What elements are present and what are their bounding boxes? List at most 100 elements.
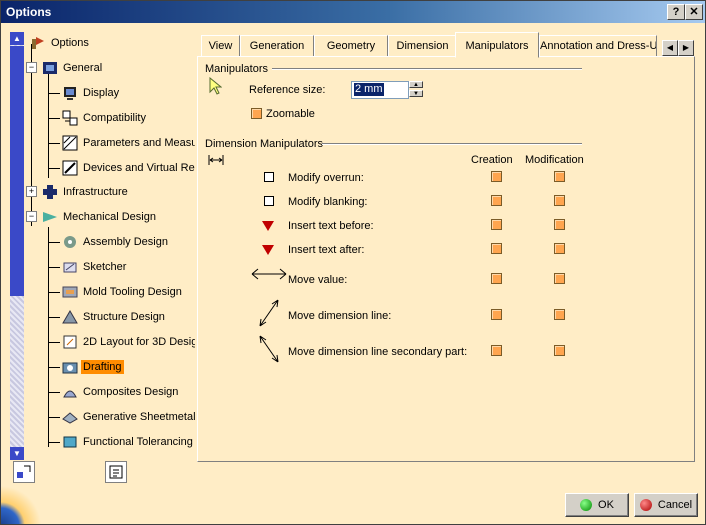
tree-item-functional-tolerancing[interactable]: Functional Tolerancing & xyxy=(62,432,195,452)
spin-down-icon[interactable]: ▼ xyxy=(409,90,423,97)
scroll-down-arrow-icon[interactable]: ▼ xyxy=(10,447,24,460)
tab-annotation-dress-up[interactable]: Annotation and Dress-U xyxy=(539,35,657,57)
general-icon xyxy=(42,60,58,76)
zoomable-label: Zoomable xyxy=(266,108,315,120)
insert-text-before-creation-checkbox[interactable] xyxy=(491,219,502,230)
tree-item-mechanical-design[interactable]: Mechanical Design xyxy=(42,207,158,227)
expand-infrastructure-toggle[interactable]: + xyxy=(26,186,37,197)
tab-control: View Generation Geometry Dimension Manip… xyxy=(197,32,697,462)
tree-item-composites-design[interactable]: Composites Design xyxy=(62,382,180,402)
ok-button[interactable]: OK xyxy=(565,493,629,517)
insert-text-after-creation-checkbox[interactable] xyxy=(491,243,502,254)
tolerancing-icon xyxy=(62,434,78,450)
move-dimension-line-modification-checkbox[interactable] xyxy=(554,309,565,320)
tree-export-icon[interactable] xyxy=(105,461,127,483)
tree-connector xyxy=(48,292,60,293)
double-arrow-horizontal-icon xyxy=(251,268,287,283)
help-button[interactable]: ? xyxy=(667,4,685,20)
tree-item-structure-design[interactable]: Structure Design xyxy=(62,307,167,327)
tree-item-compatibility[interactable]: Compatibility xyxy=(62,108,148,128)
double-arrow-diagonal-icon xyxy=(257,333,281,368)
dimension-manipulator-icon xyxy=(208,154,224,169)
devices-icon xyxy=(62,160,78,176)
tree-connector xyxy=(48,68,49,178)
reference-size-spinner[interactable]: ▲ ▼ xyxy=(409,81,423,97)
insert-text-before-modification-checkbox[interactable] xyxy=(554,219,565,230)
structure-icon xyxy=(62,309,78,325)
reference-size-input[interactable]: 2 mm xyxy=(351,81,409,99)
cancel-red-icon xyxy=(639,499,652,511)
expand-general-toggle[interactable]: − xyxy=(26,62,37,73)
tab-scroll-right-icon[interactable]: ▶ xyxy=(678,40,694,56)
tree-item-drafting[interactable]: Drafting xyxy=(62,357,124,377)
mold-icon xyxy=(62,284,78,300)
square-icon xyxy=(264,196,274,206)
modification-column-header: Modification xyxy=(525,154,584,166)
tab-view[interactable]: View xyxy=(201,35,240,57)
close-button[interactable]: ✕ xyxy=(685,4,703,20)
modify-blanking-creation-checkbox[interactable] xyxy=(491,195,502,206)
tree-settings-icon[interactable] xyxy=(13,461,35,483)
manipulator-cursor-icon xyxy=(208,76,223,98)
move-dimension-line-creation-checkbox[interactable] xyxy=(491,309,502,320)
tree-item-mold-tooling[interactable]: Mold Tooling Design xyxy=(62,282,184,302)
tree-item-devices[interactable]: Devices and Virtual Reali xyxy=(62,158,195,178)
tree-root-options[interactable]: Options xyxy=(30,33,91,53)
manipulators-tab-content: Manipulators Reference size: 2 mm ▲ ▼ Zo… xyxy=(197,56,695,462)
mechanical-design-icon xyxy=(42,209,58,225)
layout-icon xyxy=(62,334,78,350)
title-bar: Options ? ✕ xyxy=(1,1,705,23)
options-tree: − + − Options General Display Compatibil… xyxy=(26,32,195,460)
modify-blanking-modification-checkbox[interactable] xyxy=(554,195,565,206)
tree-item-general[interactable]: General xyxy=(42,58,104,78)
move-value-creation-checkbox[interactable] xyxy=(491,273,502,284)
window-title: Options xyxy=(6,5,52,19)
modify-blanking-label: Modify blanking: xyxy=(288,196,368,208)
insert-text-after-modification-checkbox[interactable] xyxy=(554,243,565,254)
cancel-label: Cancel xyxy=(657,499,693,511)
tab-scroll-left-icon[interactable]: ◀ xyxy=(662,40,678,56)
tree-vertical-scrollbar[interactable]: ▲ ▼ xyxy=(10,32,24,460)
manipulators-group-title: Manipulators xyxy=(205,63,268,75)
double-arrow-diagonal-icon xyxy=(257,297,281,332)
tree-connector xyxy=(48,118,60,119)
move-dimension-line-secondary-creation-checkbox[interactable] xyxy=(491,345,502,356)
tree-item-infrastructure[interactable]: Infrastructure xyxy=(42,182,130,202)
zoomable-checkbox[interactable] xyxy=(251,108,262,119)
tree-item-assembly-design[interactable]: Assembly Design xyxy=(62,232,170,252)
tree-item-sketcher[interactable]: Sketcher xyxy=(62,257,128,277)
composites-icon xyxy=(62,384,78,400)
tree-item-display[interactable]: Display xyxy=(62,83,121,103)
tree-connector xyxy=(48,227,49,447)
ok-green-icon xyxy=(580,499,593,511)
scroll-up-arrow-icon[interactable]: ▲ xyxy=(10,32,24,45)
reference-size-label: Reference size: xyxy=(249,84,326,96)
move-value-modification-checkbox[interactable] xyxy=(554,273,565,284)
modify-overrun-modification-checkbox[interactable] xyxy=(554,171,565,182)
corner-decoration xyxy=(1,484,61,524)
cancel-button[interactable]: Cancel xyxy=(634,493,698,517)
spin-up-icon[interactable]: ▲ xyxy=(409,81,423,88)
tree-connector xyxy=(48,143,60,144)
expand-mechanical-toggle[interactable]: − xyxy=(26,211,37,222)
drafting-icon xyxy=(62,359,78,375)
tree-item-2d-layout[interactable]: 2D Layout for 3D Design xyxy=(62,332,195,352)
tree-connector xyxy=(48,417,60,418)
tab-generation[interactable]: Generation xyxy=(240,35,314,57)
group-divider xyxy=(322,143,582,145)
tree-connector xyxy=(48,392,60,393)
sketcher-icon xyxy=(62,259,78,275)
tab-dimension[interactable]: Dimension xyxy=(388,35,457,57)
modify-overrun-creation-checkbox[interactable] xyxy=(491,171,502,182)
tree-connector xyxy=(48,267,60,268)
tree-item-sheetmetal[interactable]: Generative Sheetmetal D xyxy=(62,407,195,427)
tree-item-parameters[interactable]: Parameters and Measure xyxy=(62,133,195,153)
tab-geometry[interactable]: Geometry xyxy=(314,35,388,57)
options-tree-panel: ▲ ▼ − + − Options General Display Compat… xyxy=(10,32,195,460)
red-triangle-icon xyxy=(262,245,274,255)
scroll-thumb[interactable] xyxy=(10,46,24,296)
display-icon xyxy=(62,85,78,101)
options-dialog: Options ? ✕ ▲ ▼ − + − Options General Di… xyxy=(0,0,706,525)
move-dimension-line-secondary-modification-checkbox[interactable] xyxy=(554,345,565,356)
tab-manipulators[interactable]: Manipulators xyxy=(455,32,539,58)
